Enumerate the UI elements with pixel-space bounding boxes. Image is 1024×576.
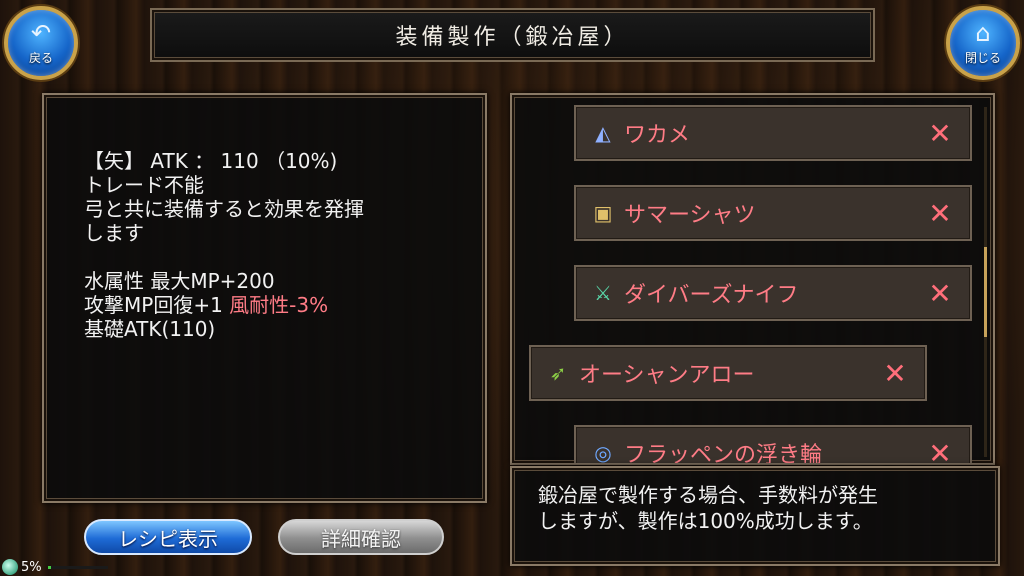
list-item[interactable]: ⚔ ダイバーズナイフ ✕: [574, 265, 972, 321]
item-name: ワカメ: [624, 123, 691, 148]
unavailable-x-icon: ✕: [883, 356, 907, 390]
desc-stat-wind-resist: 風耐性-3%: [229, 293, 329, 317]
back-button[interactable]: ↶ 戻る: [4, 6, 78, 80]
list-item-selected[interactable]: ➶ オーシャンアロー ✕: [529, 345, 927, 401]
page-header: 装備製作（鍛冶屋）: [150, 8, 875, 62]
info-line-1: 鍛冶屋で製作する場合、手数料が発生: [538, 483, 878, 507]
item-name: ダイバーズナイフ: [624, 283, 799, 308]
download-progress: 5%: [0, 558, 108, 576]
progress-bar: [47, 565, 108, 569]
arrow-icon: ➶: [549, 361, 567, 385]
desc-stat-mp: 水属性 最大MP+200: [84, 269, 275, 293]
close-label: 閉じる: [964, 50, 1001, 65]
desc-effect-cont: します: [84, 221, 144, 245]
recipe-list-panel[interactable]: ◭ ワカメ ✕ ▣ サマーシャツ ✕ ⚔ ダイバーズナイフ ✕ ➶ オーシャンア…: [510, 93, 995, 465]
unavailable-x-icon: ✕: [928, 276, 952, 310]
recipe-display-button[interactable]: レシピ表示: [84, 519, 252, 555]
globe-icon: [2, 559, 18, 575]
back-label: 戻る: [28, 50, 53, 65]
list-item[interactable]: ◭ ワカメ ✕: [574, 105, 972, 161]
return-arrow-icon: ↶: [30, 18, 52, 47]
float-ring-icon: ◎: [594, 441, 612, 465]
desc-stat-row: 攻撃MP回復+1 風耐性-3%: [84, 293, 485, 317]
detail-check-button[interactable]: 詳細確認: [278, 519, 444, 555]
item-description-panel: 【矢】 ATK ： 110 （10%) トレード不能 弓と共に装備すると効果を発…: [42, 93, 487, 503]
item-name: フラッペンの浮き輪: [624, 443, 823, 465]
unavailable-x-icon: ✕: [928, 436, 952, 465]
list-scrollbar[interactable]: [984, 107, 987, 457]
knife-icon: ⚔: [594, 281, 612, 305]
list-item[interactable]: ▣ サマーシャツ ✕: [574, 185, 972, 241]
shirt-icon: ▣: [593, 201, 613, 225]
home-icon: ⌂: [975, 18, 991, 47]
desc-gap: [84, 245, 485, 269]
desc-effect: 弓と共に装備すると効果を発揮: [84, 197, 364, 221]
desc-base-atk: 基礎ATK(110): [84, 317, 216, 341]
scroll-thumb[interactable]: [984, 247, 987, 337]
page-title: 装備製作（鍛冶屋）: [395, 25, 630, 50]
info-line-2: しますが、製作は100%成功します。: [538, 509, 873, 533]
list-item[interactable]: ◎ フラッペンの浮き輪 ✕: [574, 425, 972, 465]
close-button[interactable]: ⌂ 閉じる: [946, 6, 1020, 80]
progress-bar-fill: [47, 565, 51, 569]
item-name: オーシャンアロー: [579, 363, 755, 388]
hat-icon: ◭: [595, 121, 611, 145]
progress-percent: 5%: [21, 559, 42, 575]
unavailable-x-icon: ✕: [928, 196, 952, 230]
info-message-panel: 鍛冶屋で製作する場合、手数料が発生 しますが、製作は100%成功します。: [510, 466, 1000, 566]
desc-stat-regen: 攻撃MP回復+1: [84, 293, 230, 317]
desc-type-atk: 【矢】 ATK ： 110 （10%): [84, 149, 338, 173]
item-name: サマーシャツ: [624, 203, 756, 228]
desc-trade: トレード不能: [84, 173, 204, 197]
unavailable-x-icon: ✕: [928, 116, 952, 150]
